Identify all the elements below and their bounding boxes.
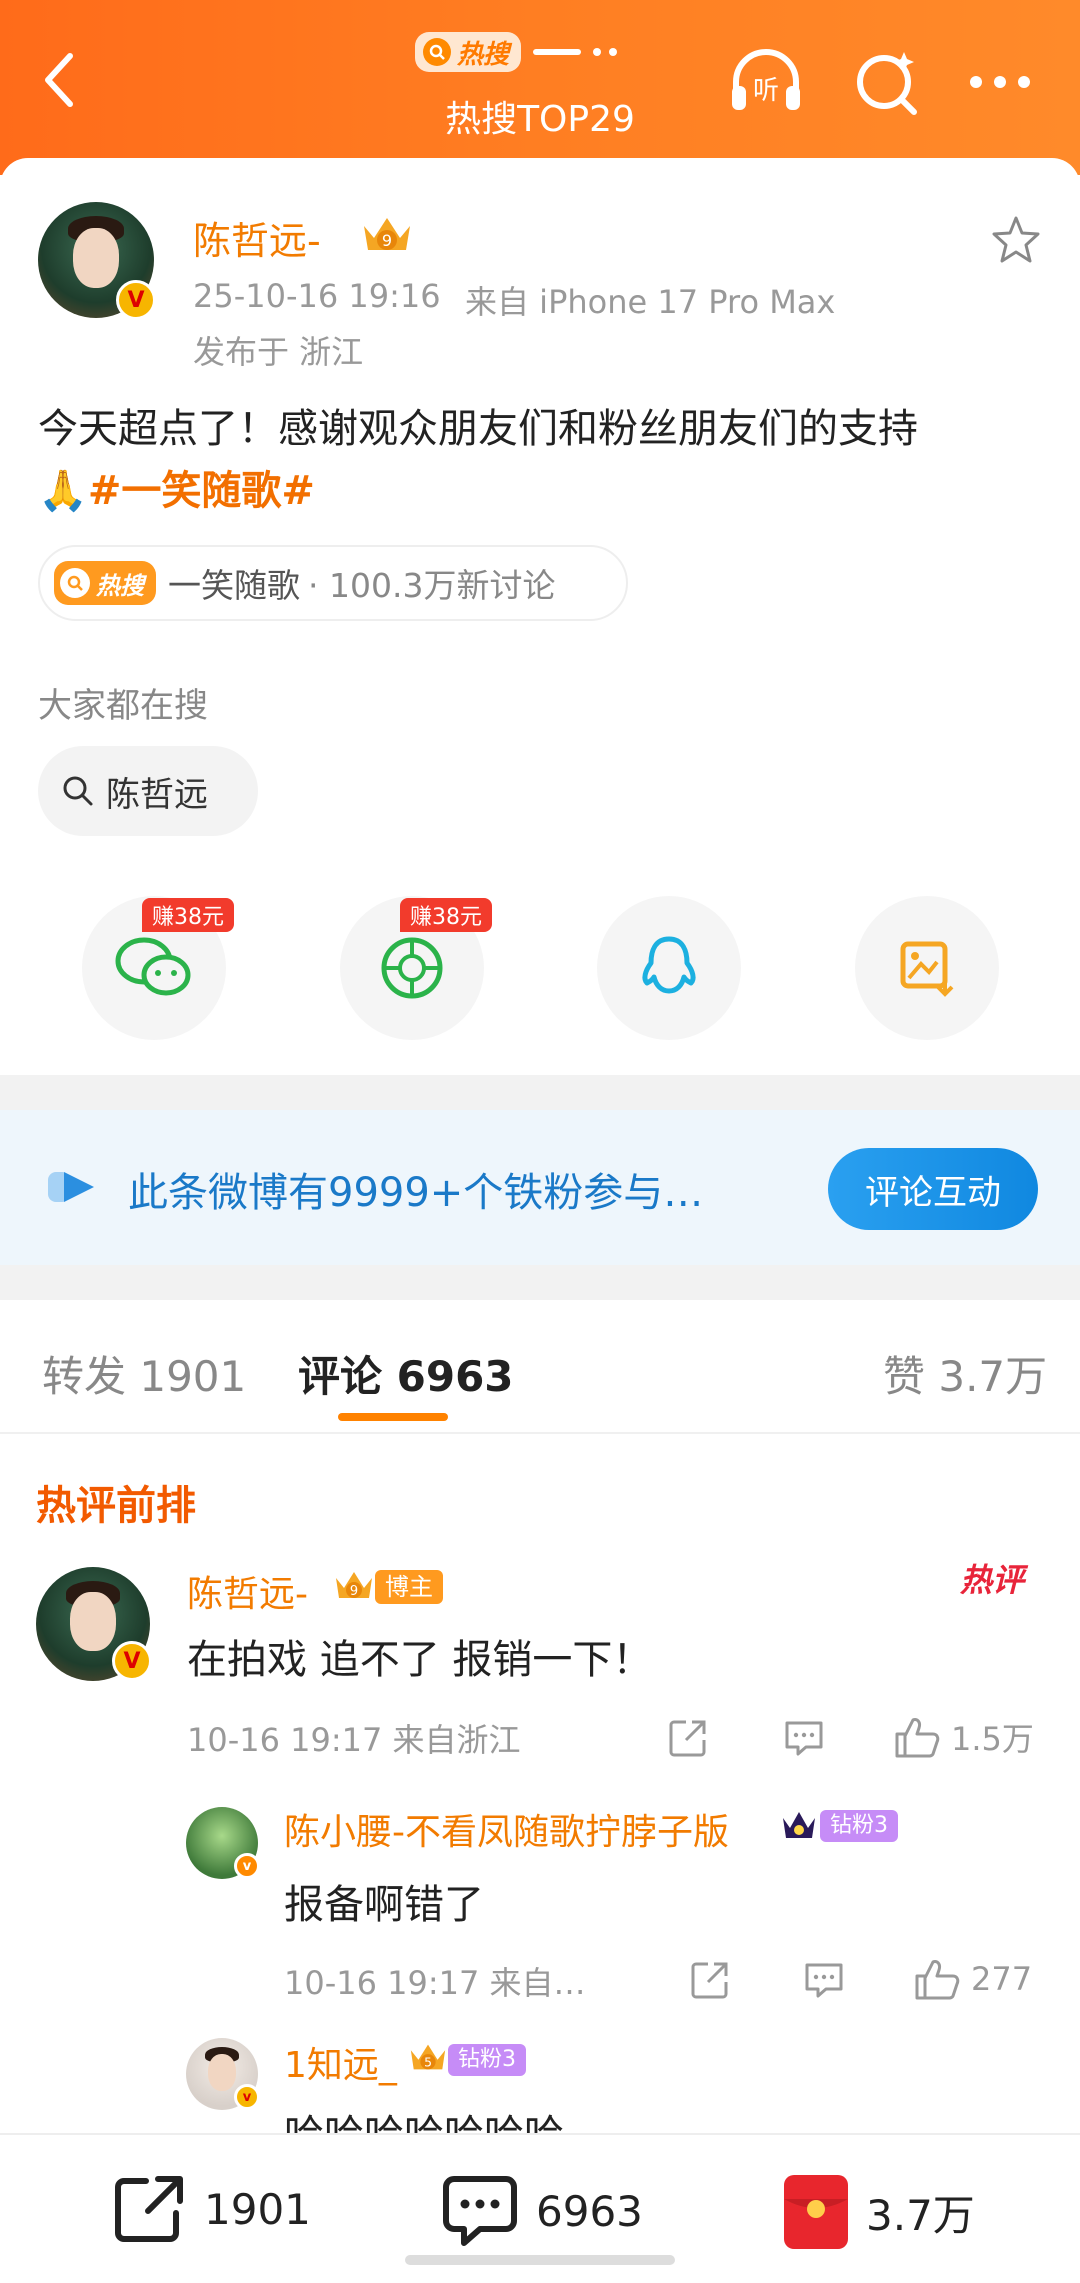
fan-level-tag: 钻粉3 — [448, 2044, 526, 2076]
share-icon[interactable] — [666, 1716, 710, 1760]
comment-icon[interactable] — [802, 1958, 846, 2002]
post-location: 发布于 浙江 — [193, 333, 364, 371]
verified-badge-icon: v — [234, 2084, 260, 2110]
comment-count: 6963 — [536, 2186, 643, 2236]
svg-text:5: 5 — [424, 2055, 432, 2069]
pager-dots — [593, 48, 618, 56]
hot-badge-label: 热搜 — [457, 39, 510, 70]
like-button[interactable]: 1.5万 — [893, 1714, 1034, 1760]
verified-badge-icon: V — [112, 1641, 152, 1681]
repost-button[interactable]: 1901 — [112, 2173, 311, 2245]
search-suggestion-chip[interactable]: 陈哲远 — [38, 746, 258, 836]
hot-topic-discussion: · 100.3万新讨论 — [308, 566, 556, 605]
active-tab-indicator — [338, 1413, 448, 1421]
red-envelope-like-icon — [784, 2175, 848, 2249]
crown-icon — [783, 1812, 815, 1838]
hot-search-badge: 热搜 — [54, 561, 156, 605]
repost-count: 1901 — [204, 2184, 311, 2234]
ai-search-icon[interactable] — [848, 42, 928, 122]
hot-search-badge: 热搜 — [415, 32, 522, 72]
tab-likes[interactable]: 赞 3.7万 — [883, 1343, 1047, 1404]
comment-text: 在拍戏 追不了 报销一下！ — [187, 1637, 653, 1683]
everyone-searching-label: 大家都在搜 — [38, 686, 208, 726]
crown-level-icon: 9 — [364, 218, 410, 250]
favorite-star-icon[interactable] — [990, 214, 1042, 266]
hot-topic-name: 一笑随歌 — [168, 566, 300, 605]
verified-badge-icon: v — [234, 1853, 260, 1879]
fans-banner-text: 此条微博有9999+个铁粉参与… — [128, 1170, 704, 1216]
headphones-listen-icon[interactable]: 听 — [726, 42, 806, 122]
post-timestamp: 25-10-16 19:16 — [193, 277, 441, 315]
share-qq-button[interactable] — [597, 896, 741, 1040]
post-text: 今天超点了！感谢观众朋友们和粉丝朋友们的支持 — [38, 406, 918, 452]
comment-author-name[interactable]: 陈哲远- — [187, 1565, 308, 1617]
more-options-icon[interactable] — [960, 42, 1040, 122]
share-icon[interactable] — [688, 1958, 732, 2002]
search-suggestion-text: 陈哲远 — [106, 774, 208, 815]
play-arrow-icon — [48, 1172, 94, 1202]
comment-interact-button[interactable]: 评论互动 — [828, 1148, 1038, 1230]
search-icon — [63, 776, 93, 806]
save-image-button[interactable] — [855, 896, 999, 1040]
listen-label: 听 — [753, 76, 779, 106]
comment-button[interactable]: 6963 — [440, 2173, 643, 2249]
thumbs-up-icon — [915, 1960, 960, 2000]
crown-level-icon: 9 — [336, 1572, 372, 1599]
thumbs-up-icon — [895, 1718, 940, 1758]
fan-level-tag: 钻粉3 — [820, 1810, 898, 1842]
post-source: 来自 iPhone 17 Pro Max — [465, 283, 836, 321]
hot-comment-tag: 热评 — [960, 1561, 1025, 1599]
reply-text: 哈哈哈哈哈哈哈 — [284, 2102, 564, 2133]
like-count: 277 — [971, 1960, 1033, 1998]
hot-comments-label: 热评前排 — [36, 1483, 196, 1529]
search-icon — [60, 568, 90, 598]
hot-search-pill[interactable]: 热搜 — [415, 32, 618, 72]
search-icon — [423, 38, 451, 66]
svg-text:9: 9 — [350, 1584, 358, 1599]
repost-icon — [115, 2176, 183, 2242]
wechat-icon — [115, 937, 191, 996]
reply-text: 报备啊错了 — [284, 1882, 484, 1928]
post-body: 今天超点了！感谢观众朋友们和粉丝朋友们的支持 🙏#一笑随歌# — [38, 398, 1048, 522]
tabs-divider — [0, 1432, 1080, 1434]
like-button[interactable]: 277 — [913, 1956, 1032, 2002]
earn-badge: 赚38元 — [142, 898, 234, 932]
reply-meta: 10-16 19:17 来自… — [284, 1964, 586, 2002]
top-header: 热搜 热搜TOP29 听 — [0, 0, 1080, 175]
verified-badge-icon: V — [116, 280, 156, 320]
topic-link[interactable]: #一笑随歌# — [88, 468, 315, 514]
tab-comments[interactable]: 评论 6963 — [298, 1343, 514, 1404]
earn-badge: 赚38元 — [400, 898, 492, 932]
like-button[interactable]: 3.7万 — [782, 2173, 975, 2251]
comment-icon[interactable] — [782, 1716, 826, 1760]
like-count: 1.5万 — [951, 1720, 1034, 1758]
section-divider — [0, 1265, 1080, 1300]
post-author-name[interactable]: 陈哲远- — [193, 210, 321, 265]
save-image-icon — [900, 941, 954, 997]
svg-text:9: 9 — [382, 231, 392, 250]
comment-meta: 10-16 19:17 来自浙江 — [187, 1721, 521, 1759]
comment-bubble-icon — [443, 2176, 517, 2246]
crown-level-icon: 5 — [410, 2044, 446, 2069]
reply-author-name[interactable]: 陈小腰-不看凤随歌拧脖子版 — [284, 1803, 729, 1855]
hot-search-chip[interactable]: 热搜 一笑随歌 · 100.3万新讨论 — [38, 545, 628, 621]
like-count: 3.7万 — [866, 2190, 975, 2240]
author-host-tag: 博主 — [375, 1570, 443, 1604]
section-divider — [0, 1075, 1080, 1110]
reply-author-name[interactable]: 1知远_ — [284, 2036, 397, 2088]
pray-emoji: 🙏 — [38, 468, 88, 514]
wechat-moments-icon — [381, 937, 443, 999]
qq-penguin-icon — [642, 936, 696, 994]
tab-reposts[interactable]: 转发 1901 — [42, 1343, 246, 1404]
pager-dash — [533, 49, 582, 55]
home-indicator — [405, 2255, 675, 2265]
